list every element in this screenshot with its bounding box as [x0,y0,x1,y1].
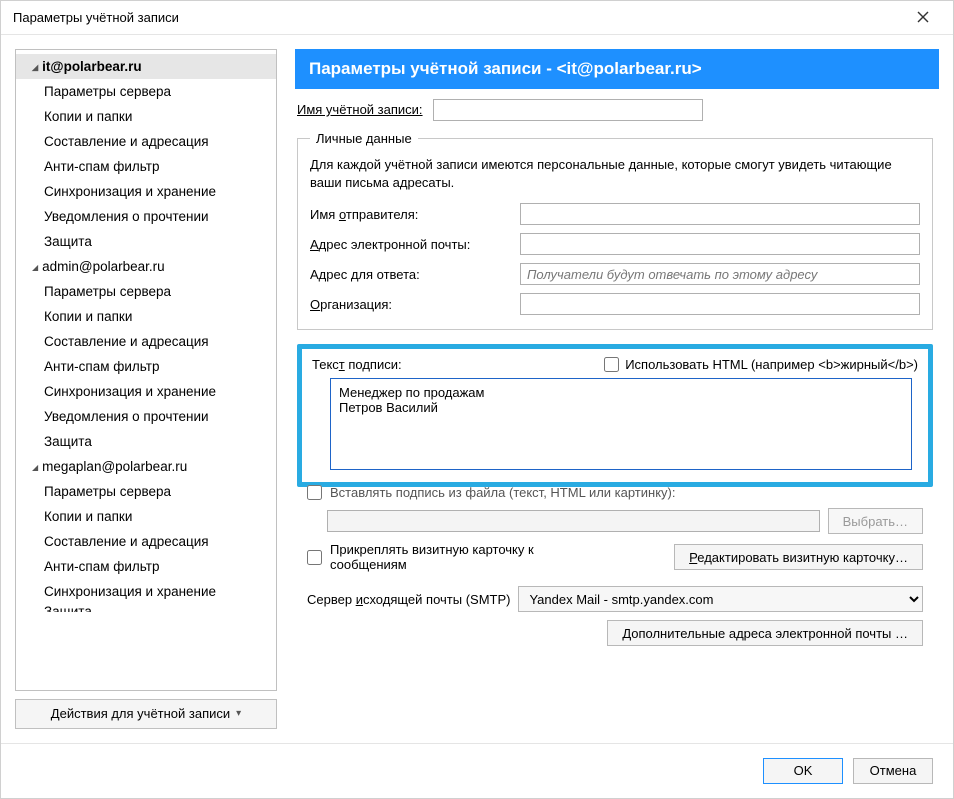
close-icon [917,11,929,23]
tree-item[interactable]: Уведомления о прочтении [16,404,276,429]
personal-data-fieldset: Личные данные Для каждой учётной записи … [297,131,933,331]
personal-data-grid: Имя отправителя: Адрес электронной почты… [310,203,920,315]
use-html-checkbox[interactable] [604,357,619,372]
titlebar: Параметры учётной записи [1,1,953,35]
signature-top-row: Текст подписи: Использовать HTML (наприм… [312,357,918,372]
tree-item[interactable]: Анти-спам фильтр [16,554,276,579]
reply-label: Адрес для ответа: [310,267,510,282]
email-input[interactable] [520,233,920,255]
tree-item[interactable]: Синхронизация и хранение [16,579,276,604]
dialog-window: Параметры учётной записи it@polarbear.ru… [0,0,954,799]
tree-item[interactable]: Синхронизация и хранение [16,179,276,204]
smtp-select[interactable]: Yandex Mail - smtp.yandex.com [518,586,923,612]
main-pane: Параметры учётной записи - <it@polarbear… [291,49,939,729]
org-label: Организация: [310,297,510,312]
close-button[interactable] [905,3,941,31]
vcard-row: Прикреплять визитную карточку к сообщени… [307,542,923,572]
account-actions-label: Действия для учётной записи [51,706,230,721]
use-html-label: Использовать HTML (например <b>жирный</b… [625,357,918,372]
tree-item[interactable]: Защита [16,604,276,612]
tree-item[interactable]: Составление и адресация [16,329,276,354]
pane-header: Параметры учётной записи - <it@polarbear… [295,49,939,89]
org-input[interactable] [520,293,920,315]
account-name-row: Имя учётной записи: [297,99,933,121]
dialog-footer: OK Отмена [1,743,953,798]
browse-button: Выбрать… [828,508,923,534]
tree-item[interactable]: Параметры сервера [16,279,276,304]
tree-item[interactable]: Копии и папки [16,304,276,329]
tree-item[interactable]: Параметры сервера [16,479,276,504]
account-name-label: Имя учётной записи: [297,102,423,117]
window-title: Параметры учётной записи [13,10,179,25]
tree-item[interactable]: Составление и адресация [16,529,276,554]
fieldset-legend: Личные данные [310,131,418,146]
cancel-button[interactable]: Отмена [853,758,933,784]
fieldset-description: Для каждой учётной записи имеются персон… [310,156,920,194]
dialog-body: it@polarbear.ruПараметры сервераКопии и … [1,35,953,743]
tree-item[interactable]: Защита [16,429,276,454]
accounts-tree-list[interactable]: it@polarbear.ruПараметры сервераКопии и … [16,50,276,690]
reply-input[interactable] [520,263,920,285]
sender-label: Имя отправителя: [310,207,510,222]
form: Имя учётной записи: Личные данные Для ка… [291,89,939,729]
file-signature-row: Вставлять подпись из файла (текст, HTML … [307,485,923,500]
signature-textarea[interactable] [330,378,912,470]
smtp-row: Сервер исходящей почты (SMTP) Yandex Mai… [307,586,923,612]
account-node[interactable]: megaplan@polarbear.ru [16,454,276,479]
sidebar: it@polarbear.ruПараметры сервераКопии и … [15,49,277,729]
smtp-label: Сервер исходящей почты (SMTP) [307,592,510,607]
file-path-input [327,510,820,532]
tree-item[interactable]: Копии и папки [16,504,276,529]
tree-item[interactable]: Параметры сервера [16,79,276,104]
account-actions-button[interactable]: Действия для учётной записи [15,699,277,729]
vcard-edit-button[interactable]: Редактировать визитную карточку… [674,544,923,570]
signature-highlight-box: Текст подписи: Использовать HTML (наприм… [297,344,933,487]
use-html-checkbox-row[interactable]: Использовать HTML (например <b>жирный</b… [604,357,918,372]
sender-input[interactable] [520,203,920,225]
tree-item[interactable]: Копии и папки [16,104,276,129]
email-label: Адрес электронной почты: [310,237,510,252]
vcard-label: Прикреплять визитную карточку к сообщени… [330,542,610,572]
tree-item[interactable]: Составление и адресация [16,129,276,154]
additional-addresses-button[interactable]: Дополнительные адреса электронной почты … [607,620,923,646]
tree-item[interactable]: Уведомления о прочтении [16,204,276,229]
account-node[interactable]: admin@polarbear.ru [16,254,276,279]
tree-item[interactable]: Защита [16,229,276,254]
file-signature-checkbox[interactable] [307,485,322,500]
file-path-row: Выбрать… [327,508,923,534]
tree-item[interactable]: Анти-спам фильтр [16,354,276,379]
account-node[interactable]: it@polarbear.ru [16,54,276,79]
ok-button[interactable]: OK [763,758,843,784]
accounts-tree: it@polarbear.ruПараметры сервераКопии и … [15,49,277,691]
tree-item[interactable]: Анти-спам фильтр [16,154,276,179]
signature-label: Текст подписи: [312,357,402,372]
account-name-input[interactable] [433,99,703,121]
file-signature-label: Вставлять подпись из файла (текст, HTML … [330,485,675,500]
after-signature-area: Вставлять подпись из файла (текст, HTML … [297,485,933,646]
vcard-checkbox[interactable] [307,550,322,565]
tree-item[interactable]: Синхронизация и хранение [16,379,276,404]
